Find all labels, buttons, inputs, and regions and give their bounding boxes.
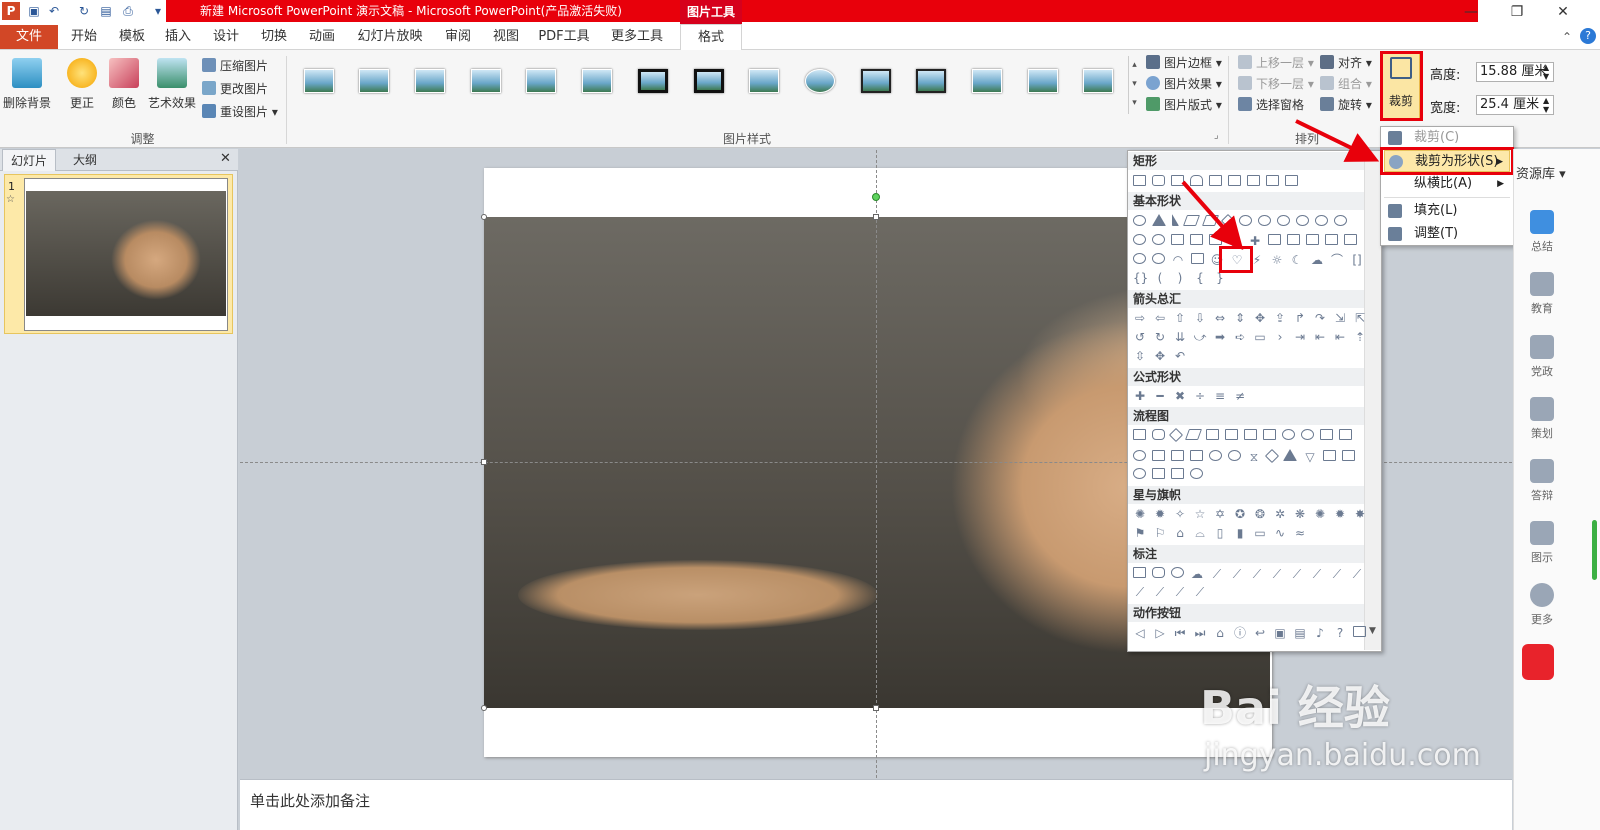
diagram-icon: [1530, 521, 1554, 545]
sidebar-item-diagram-label: 图示: [1531, 551, 1553, 564]
resource-library-label: 资源库: [1516, 167, 1556, 182]
summary-icon: [1530, 210, 1554, 234]
sidebar-item-more-label: 更多: [1531, 613, 1553, 626]
sidebar-item-defense-label: 答辩: [1531, 489, 1553, 502]
sidebar-item-more[interactable]: 更多: [1520, 583, 1564, 627]
sidebar-scroll-indicator[interactable]: [1592, 520, 1597, 580]
sidebar-item-party-label: 党政: [1531, 365, 1553, 378]
sidebar-item-defense[interactable]: 答辩: [1520, 459, 1564, 503]
sidebar-item-education[interactable]: 教育: [1520, 272, 1564, 316]
baidu-watermark-logo: Bai 经验: [1200, 681, 1390, 735]
more-icon: [1530, 583, 1554, 607]
arrow-to-heart-shape: [1181, 180, 1244, 250]
arrow-to-crop-to-shape: [1295, 119, 1380, 162]
sidebar-item-planning[interactable]: 策划: [1520, 397, 1564, 441]
sidebar-item-summary[interactable]: 总结: [1520, 210, 1564, 254]
sidebar-item-planning-label: 策划: [1531, 427, 1553, 440]
planning-icon: [1530, 397, 1554, 421]
red-packet-icon[interactable]: [1522, 644, 1554, 680]
building-icon: [1530, 335, 1554, 359]
education-icon: [1530, 272, 1554, 296]
baidu-watermark-url: jingyan.baidu.com: [1204, 738, 1481, 773]
sidebar-item-education-label: 教育: [1531, 302, 1553, 315]
sidebar-item-diagram[interactable]: 图示: [1520, 521, 1564, 565]
sidebar-item-summary-label: 总结: [1531, 240, 1553, 253]
resource-library-header[interactable]: 资源库 ▾: [1516, 163, 1566, 182]
defense-icon: [1530, 459, 1554, 483]
sidebar-item-party[interactable]: 党政: [1520, 335, 1564, 379]
